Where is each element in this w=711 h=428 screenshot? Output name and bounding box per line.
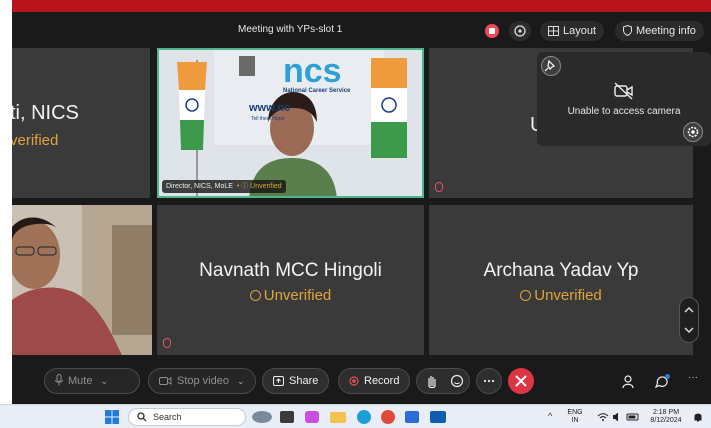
layout-label: Layout [563, 25, 597, 37]
pin-button[interactable] [541, 56, 561, 76]
end-call-button[interactable] [508, 368, 534, 394]
chat-icon[interactable] [653, 373, 671, 391]
chevron-up-icon[interactable] [680, 300, 698, 320]
recording-indicator-icon[interactable] [485, 24, 499, 38]
windows-start-icon[interactable] [105, 410, 119, 424]
ncs-subtitle: National Career Service [283, 88, 351, 94]
participant-camera-feed [12, 205, 152, 355]
notification-button[interactable] [509, 21, 531, 41]
share-screen-icon [273, 376, 284, 386]
pinned-apps-icons[interactable] [250, 408, 480, 426]
participant-tile-archana[interactable]: Archana Yadav Yp Unverified [429, 205, 693, 355]
record-icon [349, 376, 359, 386]
screen: Meeting with YPs-slot 1 Layout Meeting i [0, 0, 711, 428]
close-icon [515, 375, 527, 387]
muted-mic-icon [435, 182, 443, 192]
language-top: ENG [567, 409, 583, 416]
speaker-caption-status-icon: • ⓘ [234, 183, 251, 190]
pin-icon [544, 59, 556, 72]
raise-hand-icon[interactable] [419, 369, 445, 393]
record-label: Record [364, 375, 400, 387]
speaker-caption-name: Director, NICS, MoLE [166, 183, 233, 190]
active-speaker-video[interactable]: ncs National Career Service www.nc Tell … [157, 48, 424, 198]
participant-status-text: Unverified [534, 287, 602, 304]
more-icon [483, 379, 495, 383]
search-icon [137, 412, 147, 422]
microphone-icon [55, 374, 63, 386]
chevron-up-icon[interactable]: ^ [548, 411, 552, 421]
speaker-caption: Director, NICS, MoLE • ⓘ Unverified [162, 180, 286, 193]
taskbar-search[interactable]: Search [128, 408, 246, 426]
search-placeholder: Search [153, 412, 182, 422]
video-camera-icon [159, 377, 172, 385]
chevron-down-icon[interactable]: ⌄ [237, 369, 245, 393]
participant-name: Archana Yadav Yp [483, 260, 639, 281]
overflow-icon[interactable]: ··· [688, 372, 698, 383]
system-tray-icons[interactable] [596, 411, 642, 423]
participant-tile-left-top[interactable]: ti, NICS verified [12, 48, 150, 198]
record-button[interactable]: Record [338, 368, 411, 394]
participant-name: ti, NICS [12, 102, 79, 124]
camera-settings-button[interactable] [683, 122, 703, 142]
meeting-info-label: Meeting info [636, 25, 696, 37]
layout-button[interactable]: Layout [540, 21, 605, 41]
share-label: Share [289, 375, 319, 387]
banner-subtext: Tell them Happ [251, 116, 285, 122]
meeting-title: Meeting with YPs-slot 1 [238, 24, 343, 35]
chevron-down-icon[interactable] [680, 320, 698, 340]
mute-button[interactable]: Mute ⌄ [44, 368, 140, 394]
meeting-window: Meeting with YPs-slot 1 Layout Meeting i [12, 12, 711, 404]
browser-top-strip [12, 0, 711, 12]
meeting-info-button[interactable]: Meeting info [615, 21, 704, 41]
participants-icon[interactable] [622, 374, 638, 390]
chevron-down-icon[interactable]: ⌄ [100, 369, 108, 393]
bell-icon [514, 25, 526, 37]
windows-taskbar: Search ^ ENG IN 2:18 PM 8/12/2024 [0, 404, 711, 428]
stop-video-button[interactable]: Stop video ⌄ [148, 368, 256, 394]
gear-icon [687, 126, 699, 138]
language-bottom: IN [571, 417, 579, 424]
participant-status-text: Unverified [263, 287, 332, 304]
clock[interactable]: 2:18 PM 8/12/2024 [646, 409, 686, 425]
share-button[interactable]: Share [262, 368, 330, 394]
self-view-camera-panel: Unable to access camera [537, 52, 711, 146]
shield-icon [623, 24, 632, 37]
banner-url: www.nc [249, 102, 291, 114]
participant-status: Unverified [157, 287, 424, 304]
clock-time: 2:18 PM [652, 409, 680, 416]
camera-error-text: Unable to access camera [567, 106, 681, 117]
unverified-icon [520, 290, 532, 301]
clock-date: 8/12/2024 [650, 417, 682, 424]
language-indicator[interactable]: ENG IN [563, 409, 587, 425]
emoji-icon[interactable] [444, 369, 470, 393]
participant-video-left-bottom[interactable] [12, 205, 152, 355]
unverified-icon [249, 290, 261, 301]
tile-scroll-control[interactable] [679, 297, 699, 343]
muted-mic-icon [163, 338, 171, 348]
participant-tile-navnath[interactable]: Navnath MCC Hingoli Unverified [157, 205, 424, 355]
meeting-top-bar: Meeting with YPs-slot 1 Layout Meeting i [12, 12, 711, 50]
layout-icon [548, 26, 559, 36]
notification-bell-icon[interactable] [692, 411, 704, 423]
meeting-controls: Mute ⌄ Stop video ⌄ Share Record ··· [12, 368, 711, 404]
mute-label: Mute [68, 375, 93, 387]
speaker-caption-status: Unverified [250, 183, 282, 190]
ncs-logo: ncs [283, 52, 342, 90]
stop-video-label: Stop video [177, 375, 229, 387]
reactions-group [416, 368, 470, 394]
participant-status: Unverified [429, 287, 693, 304]
participant-name: Navnath MCC Hingoli [199, 260, 382, 281]
more-options-button[interactable] [476, 368, 502, 394]
camera-off-icon [614, 82, 633, 100]
participant-status: verified [12, 132, 59, 149]
